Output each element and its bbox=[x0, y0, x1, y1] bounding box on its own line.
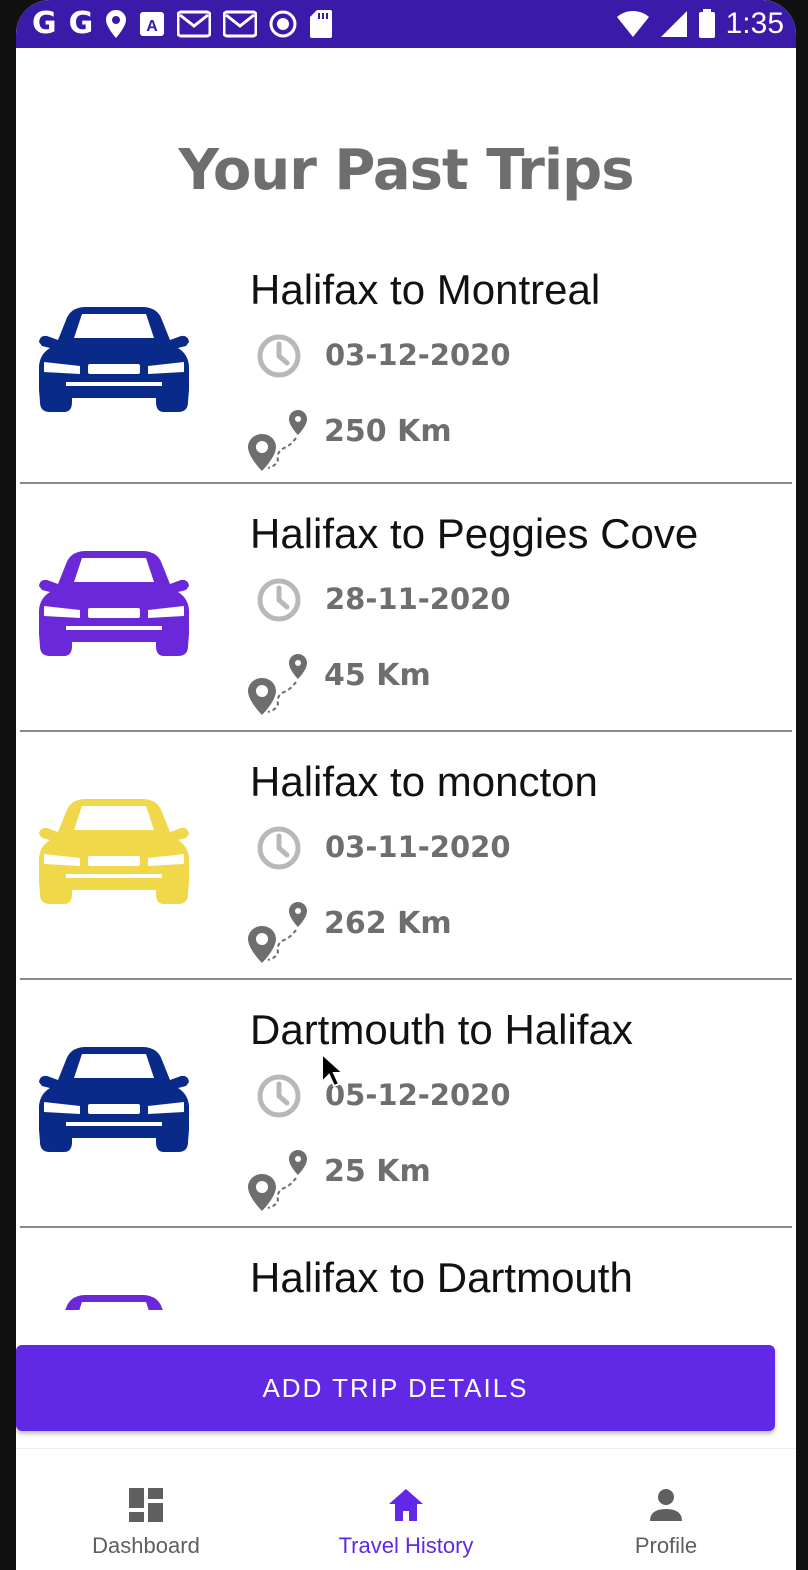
nav-label: Travel History bbox=[338, 1533, 474, 1558]
route-icon bbox=[248, 654, 307, 715]
trip-name: Halifax to Montreal bbox=[250, 266, 601, 313]
nav-profile[interactable]: Profile bbox=[546, 1449, 786, 1559]
bottom-navigation: Dashboard Travel History Profile bbox=[16, 1448, 796, 1570]
route-icon bbox=[248, 1150, 307, 1211]
trip-distance: 25 Km bbox=[324, 1154, 431, 1189]
route-icon bbox=[248, 902, 307, 963]
home-icon bbox=[389, 1489, 423, 1521]
nav-label: Profile bbox=[634, 1533, 698, 1558]
trip-row[interactable]: Halifax to Montreal 03-12-2020 250 Km bbox=[20, 240, 792, 484]
nav-label: Dashboard bbox=[92, 1533, 200, 1558]
a-icon: A bbox=[140, 12, 165, 36]
trip-row[interactable]: Halifax to moncton 03-11-2020 262 Km bbox=[20, 732, 792, 980]
gmail-icon bbox=[223, 10, 258, 38]
nav-travel-history[interactable]: Travel History bbox=[286, 1449, 526, 1559]
clock-time: 1:35 bbox=[725, 7, 784, 40]
record-icon bbox=[269, 10, 297, 38]
trip-row[interactable]: Dartmouth to Halifax 05-12-2020 25 Km bbox=[20, 980, 792, 1228]
trip-row[interactable]: Halifax to Dartmouth bbox=[20, 1228, 792, 1310]
google-icon: G bbox=[32, 6, 57, 41]
clock-icon bbox=[257, 334, 301, 378]
car-icon bbox=[39, 551, 189, 656]
route-icon bbox=[248, 410, 307, 471]
mouse-pointer-icon bbox=[321, 1052, 346, 1088]
location-icon bbox=[106, 10, 127, 38]
app-screen: G G A 1:35 Your Past Trips Halifax to Mo… bbox=[16, 0, 796, 1570]
trip-name: Dartmouth to Halifax bbox=[250, 1006, 633, 1053]
trip-distance: 45 Km bbox=[324, 658, 431, 693]
car-icon bbox=[39, 1047, 189, 1152]
trip-distance: 262 Km bbox=[324, 906, 452, 941]
notification-icons: G G A bbox=[32, 6, 333, 42]
nav-dashboard[interactable]: Dashboard bbox=[26, 1449, 266, 1559]
car-icon bbox=[65, 1295, 163, 1310]
add-trip-details-button[interactable]: ADD TRIP DETAILS bbox=[16, 1345, 775, 1431]
status-bar: G G A 1:35 bbox=[16, 0, 796, 48]
system-status: 1:35 bbox=[616, 6, 784, 42]
battery-icon bbox=[698, 9, 715, 38]
trip-date: 03-11-2020 bbox=[325, 830, 511, 864]
clock-icon bbox=[257, 826, 301, 870]
trip-list[interactable]: Halifax to Montreal 03-12-2020 250 Km Ha… bbox=[16, 240, 796, 1310]
sdcard-icon bbox=[310, 10, 333, 38]
trip-name: Halifax to Peggies Cove bbox=[250, 510, 699, 557]
dashboard-icon bbox=[129, 1488, 163, 1522]
trip-distance: 250 Km bbox=[324, 414, 452, 449]
person-icon bbox=[650, 1489, 682, 1521]
clock-icon bbox=[257, 578, 301, 622]
svg-text:A: A bbox=[146, 18, 158, 35]
trip-name: Halifax to Dartmouth bbox=[250, 1254, 633, 1301]
trip-date: 28-11-2020 bbox=[325, 582, 511, 616]
gmail-icon bbox=[177, 10, 212, 38]
trip-row[interactable]: Halifax to Peggies Cove 28-11-2020 45 Km bbox=[20, 484, 792, 732]
car-icon bbox=[39, 307, 189, 412]
trip-name: Halifax to moncton bbox=[250, 758, 598, 805]
page-title: Your Past Trips bbox=[178, 138, 634, 203]
car-icon bbox=[39, 799, 189, 904]
signal-icon bbox=[660, 11, 687, 37]
trip-date: 05-12-2020 bbox=[325, 1078, 511, 1112]
google-icon: G bbox=[68, 6, 94, 41]
trip-date: 03-12-2020 bbox=[325, 338, 511, 372]
clock-icon bbox=[257, 1074, 301, 1118]
wifi-icon bbox=[616, 11, 649, 37]
